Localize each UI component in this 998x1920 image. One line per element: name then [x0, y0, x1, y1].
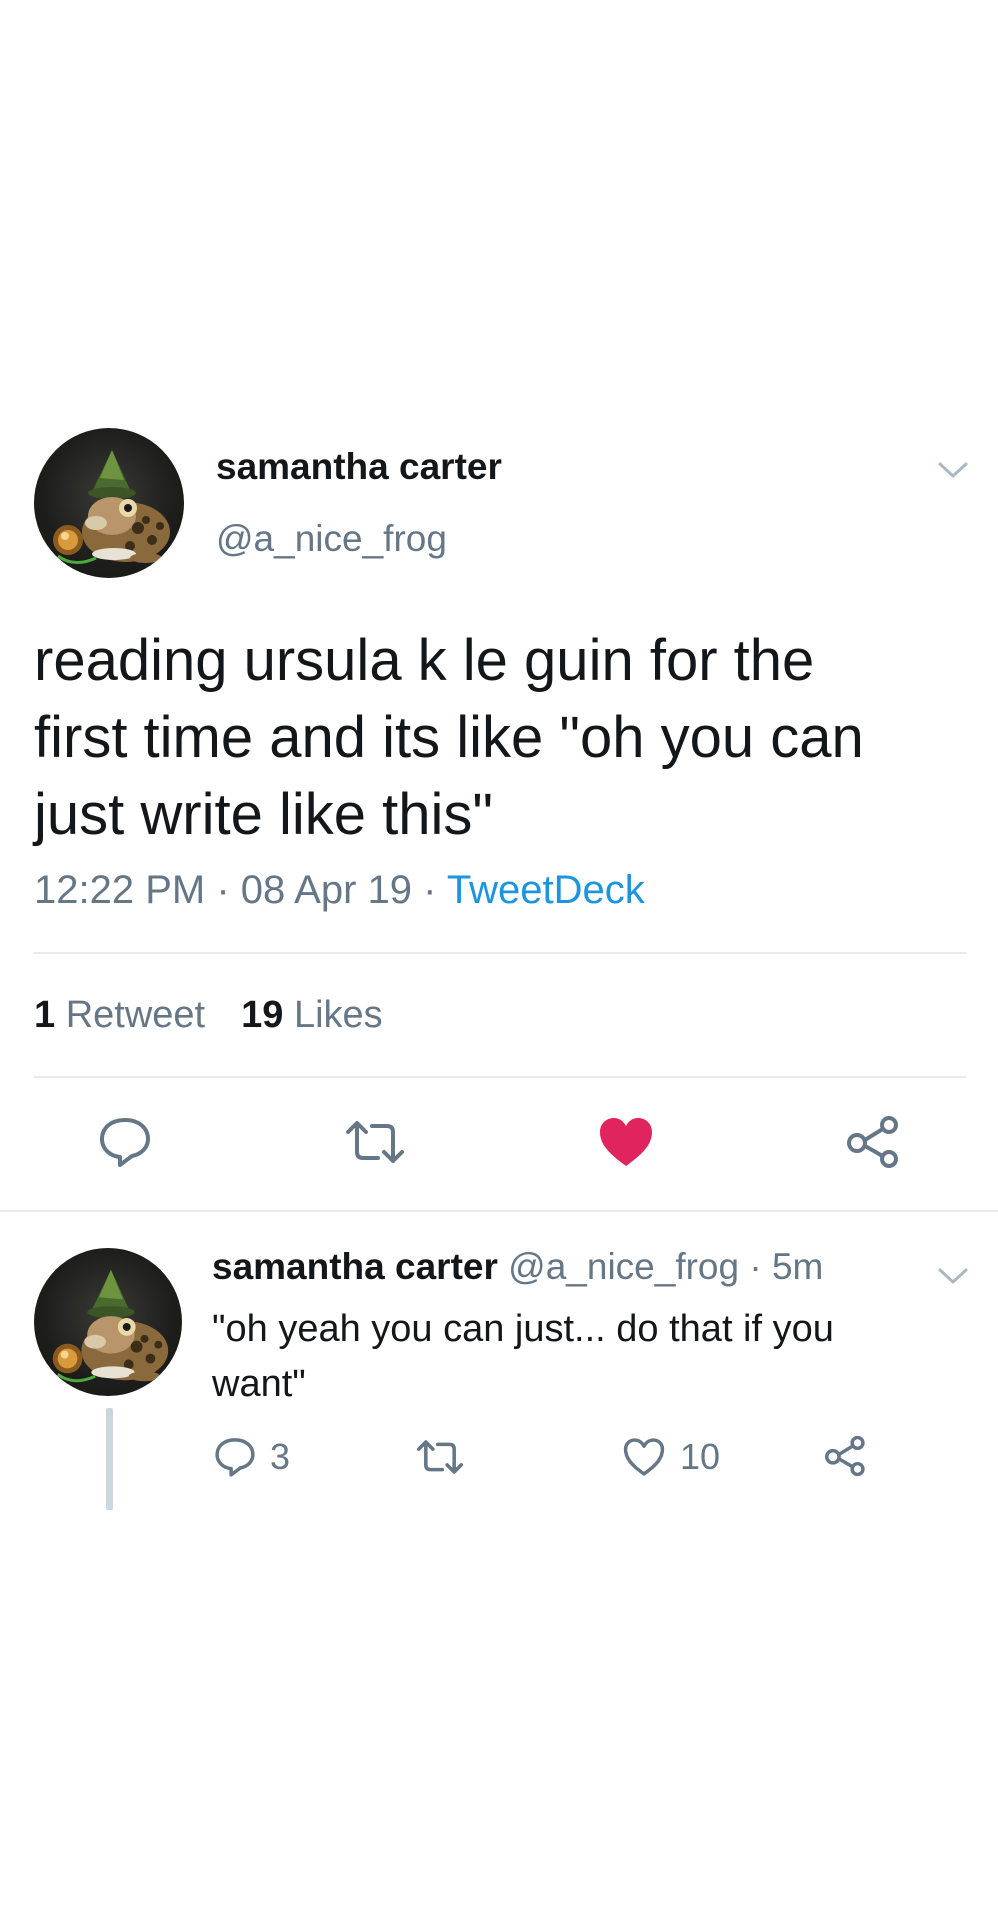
tweet-source-link[interactable]: TweetDeck — [447, 868, 645, 912]
like-label: Likes — [293, 994, 383, 1036]
like-count: 10 — [680, 1436, 721, 1477]
retweet-button[interactable] — [414, 1438, 466, 1476]
reply-button[interactable] — [98, 1116, 152, 1168]
author-handle[interactable]: @a_nice_frog — [216, 518, 447, 560]
thread-line — [106, 1408, 113, 1510]
tweet-stats: 1 Retweet 19 Likes — [34, 994, 383, 1037]
meta-separator: · — [739, 1246, 772, 1287]
frog-avatar-image — [34, 428, 184, 578]
retweet-icon — [346, 1121, 404, 1163]
tweet-time: 12:22 PM — [34, 868, 206, 912]
share-button[interactable] — [846, 1116, 902, 1168]
divider — [34, 1076, 966, 1078]
main-tweet: samantha carter @a_nice_frog reading urs… — [0, 0, 998, 1212]
heart-outline-icon — [623, 1438, 665, 1476]
retweet-icon — [416, 1440, 464, 1474]
meta-separator: · — [205, 868, 241, 912]
tweet-age: 5m — [771, 1246, 824, 1287]
meta-separator: · — [412, 868, 447, 912]
retweet-button[interactable] — [342, 1118, 408, 1166]
tweet-text: "oh yeah you can just... do that if you … — [212, 1308, 834, 1405]
tweet-meta: 12:22 PM · 08 Apr 19 · TweetDeck — [34, 868, 645, 913]
share-icon — [825, 1436, 865, 1476]
retweet-count: 1 — [34, 994, 56, 1036]
reply-count: 3 — [270, 1436, 291, 1477]
author-handle[interactable]: @a_nice_frog — [508, 1246, 739, 1287]
likes-stat[interactable]: 19 Likes — [241, 994, 383, 1036]
avatar[interactable] — [34, 1248, 182, 1396]
reply-icon — [215, 1438, 255, 1477]
divider — [34, 952, 966, 954]
tweet-date: 08 Apr 19 — [240, 868, 413, 912]
tweet-text: reading ursula k le guin for the first t… — [34, 628, 864, 847]
avatar[interactable] — [34, 428, 184, 578]
heart-filled-icon — [600, 1118, 652, 1166]
like-count: 19 — [241, 994, 284, 1036]
frog-avatar-image — [34, 1248, 182, 1396]
chevron-down-icon[interactable] — [936, 1264, 970, 1288]
like-button[interactable]: 10 — [622, 1436, 720, 1478]
reply-button[interactable]: 3 — [214, 1436, 290, 1478]
retweet-label: Retweet — [65, 994, 206, 1036]
like-button[interactable] — [598, 1116, 654, 1168]
chevron-down-icon[interactable] — [936, 458, 970, 482]
reply-icon — [100, 1118, 150, 1167]
author-display-name[interactable]: samantha carter — [216, 446, 502, 488]
author-display-name[interactable]: samantha carter — [212, 1246, 498, 1287]
reply-header: samantha carter @a_nice_frog · 5m — [212, 1246, 823, 1288]
share-icon — [847, 1116, 898, 1168]
retweets-stat[interactable]: 1 Retweet — [34, 994, 205, 1036]
share-button[interactable] — [824, 1436, 868, 1476]
